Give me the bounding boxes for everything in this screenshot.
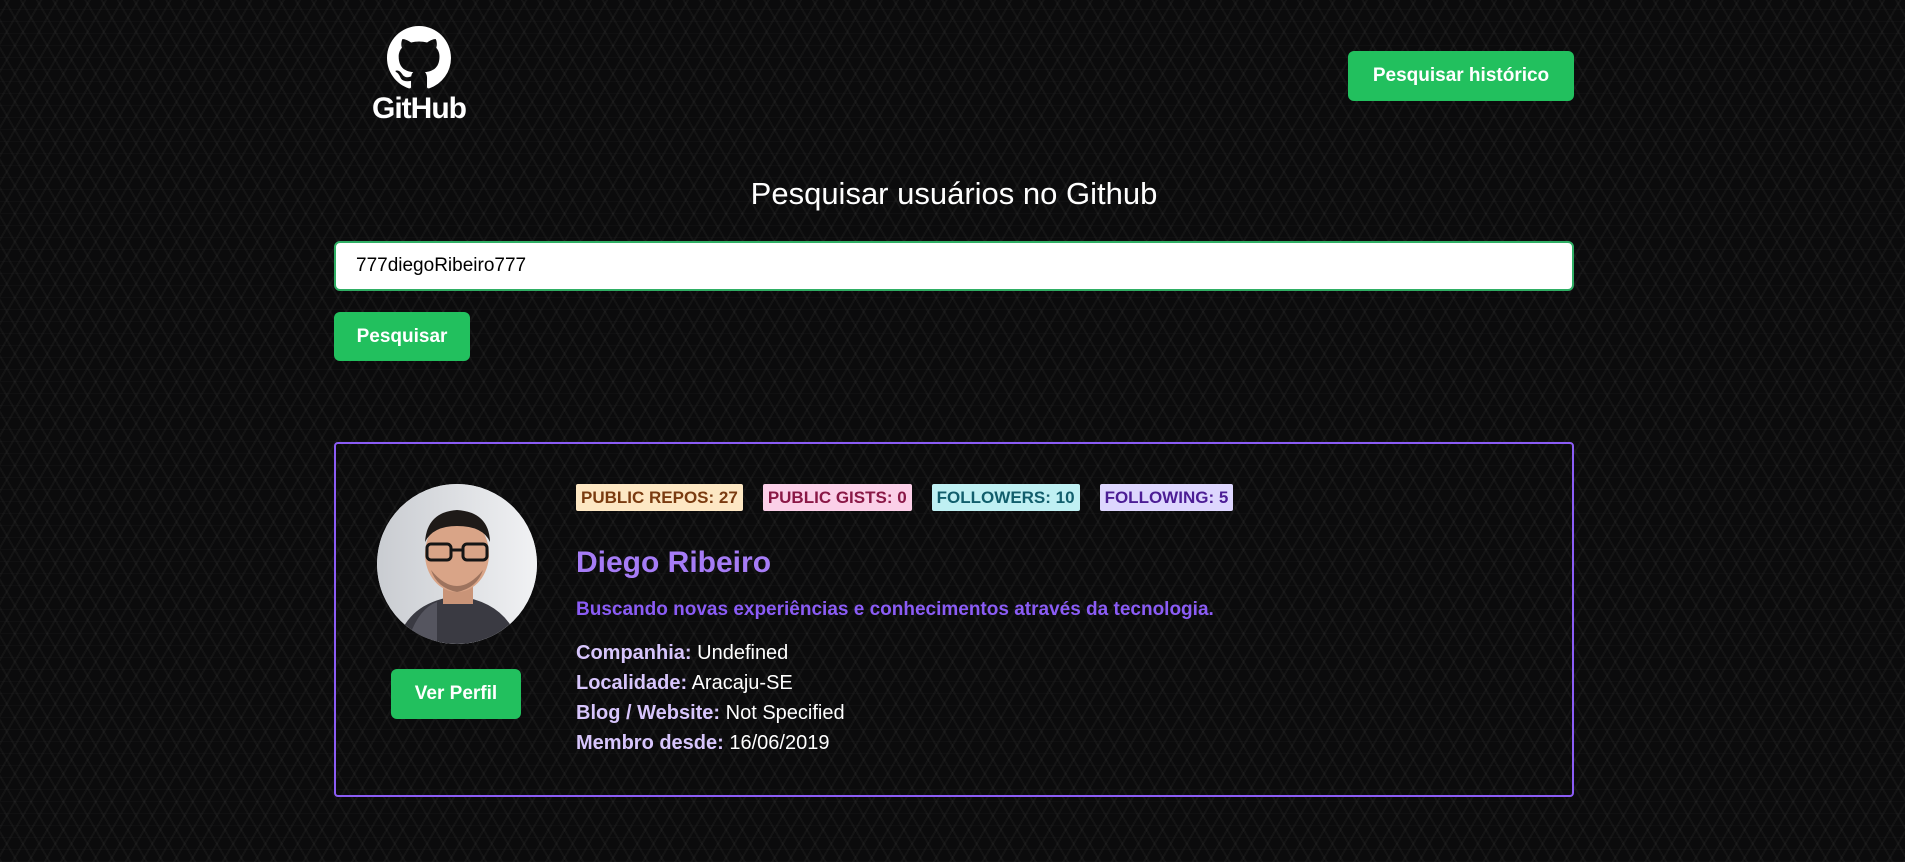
user-avatar bbox=[377, 484, 537, 644]
search-input[interactable] bbox=[334, 241, 1574, 291]
profile-card: Ver Perfil PUBLIC REPOS: 27 PUBLIC GISTS… bbox=[334, 442, 1574, 797]
user-avatar-photo bbox=[377, 484, 537, 644]
page-title: Pesquisar usuários no Github bbox=[750, 176, 1158, 211]
search-button[interactable]: Pesquisar bbox=[334, 312, 470, 361]
info-member-since-label: Membro desde: bbox=[576, 732, 724, 754]
info-blog-label: Blog / Website: bbox=[576, 702, 721, 724]
info-blog-value: Not Specified bbox=[725, 702, 845, 724]
search-history-button[interactable]: Pesquisar histórico bbox=[1348, 51, 1574, 101]
info-member-since-value: 16/06/2019 bbox=[729, 732, 830, 754]
info-company-label: Companhia: bbox=[576, 642, 692, 664]
github-octocat-icon bbox=[387, 26, 451, 89]
info-company: Companhia: Undefined bbox=[576, 638, 845, 668]
info-blog: Blog / Website: Not Specified bbox=[576, 698, 845, 728]
info-location-label: Localidade: bbox=[576, 672, 688, 694]
user-name: Diego Ribeiro bbox=[576, 546, 772, 579]
stats-badges: PUBLIC REPOS: 27 PUBLIC GISTS: 0 FOLLOWE… bbox=[576, 484, 1234, 511]
info-location: Localidade: Aracaju-SE bbox=[576, 668, 845, 698]
view-profile-button[interactable]: Ver Perfil bbox=[391, 669, 521, 719]
info-company-value: Undefined bbox=[697, 642, 789, 664]
followers-badge: FOLLOWERS: 10 bbox=[931, 484, 1080, 511]
info-member-since: Membro desde: 16/06/2019 bbox=[576, 728, 845, 758]
public-gists-badge: PUBLIC GISTS: 0 bbox=[762, 484, 912, 511]
user-info-list: Companhia: Undefined Localidade: Aracaju… bbox=[576, 638, 845, 758]
public-repos-badge: PUBLIC REPOS: 27 bbox=[576, 484, 743, 511]
github-logo: GitHub bbox=[364, 26, 474, 130]
github-wordmark: GitHub bbox=[372, 92, 467, 125]
info-location-value: Aracaju-SE bbox=[691, 672, 793, 694]
user-bio: Buscando novas experiências e conhecimen… bbox=[576, 599, 1214, 620]
following-badge: FOLLOWING: 5 bbox=[1099, 484, 1234, 511]
